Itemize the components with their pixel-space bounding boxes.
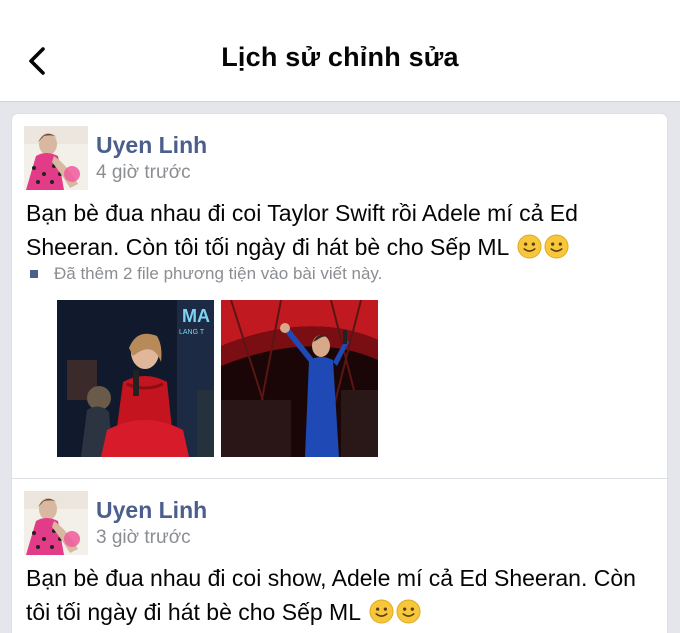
revision-card: Uyen Linh 3 giờ trước Bạn bè đua nhau đi… [12, 479, 667, 633]
slightly-smiling-face-icon [544, 234, 569, 268]
post-text-content: Bạn bè đua nhau đi coi Taylor Swift rồi … [26, 200, 578, 260]
post-text: Bạn bè đua nhau đi coi Taylor Swift rồi … [26, 196, 651, 268]
avatar-image [24, 491, 88, 555]
bullet-icon [30, 270, 38, 278]
photo-singer-blue-dress [221, 300, 378, 457]
photo-overlay-text: MA [182, 306, 210, 326]
slightly-smiling-face-icon [517, 234, 542, 268]
post-text: Bạn bè đua nhau đi coi show, Adele mí cả… [26, 561, 651, 633]
revision-card: Uyen Linh 4 giờ trước Bạn bè đua nhau đi… [12, 114, 667, 478]
author-name[interactable]: Uyen Linh [96, 132, 207, 159]
media-thumbnail-1[interactable]: MA LANG T [57, 300, 214, 457]
photo-overlay-subtext: LANG T [179, 329, 205, 336]
edit-note: Đã thêm 2 file phương tiện vào bài viết … [30, 264, 382, 284]
author-name[interactable]: Uyen Linh [96, 497, 207, 524]
avatar-image [24, 126, 88, 190]
slightly-smiling-face-icon [396, 599, 421, 633]
avatar[interactable] [24, 126, 88, 190]
avatar[interactable] [24, 491, 88, 555]
post-text-content: Bạn bè đua nhau đi coi show, Adele mí cả… [26, 565, 636, 625]
page-title: Lịch sử chỉnh sửa [221, 42, 459, 72]
photo-singer-red-dress: MA LANG T [57, 300, 214, 457]
header-bar: Lịch sử chỉnh sửa [0, 0, 680, 102]
slightly-smiling-face-icon [369, 599, 394, 633]
timestamp[interactable]: 4 giờ trước [96, 162, 191, 184]
timestamp[interactable]: 3 giờ trước [96, 527, 191, 549]
edit-note-text: Đã thêm 2 file phương tiện vào bài viết … [54, 264, 383, 283]
media-thumbnail-2[interactable] [221, 300, 378, 457]
